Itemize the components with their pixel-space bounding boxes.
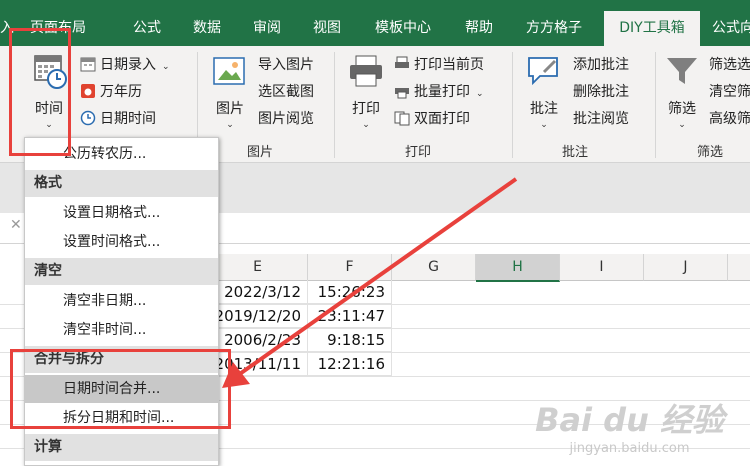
watermark: Bai du 经验 jingyan.baidu.com [535, 395, 724, 456]
watermark-url: jingyan.baidu.com [569, 441, 690, 456]
watermark-logo: Bai du 经验 [535, 401, 724, 439]
